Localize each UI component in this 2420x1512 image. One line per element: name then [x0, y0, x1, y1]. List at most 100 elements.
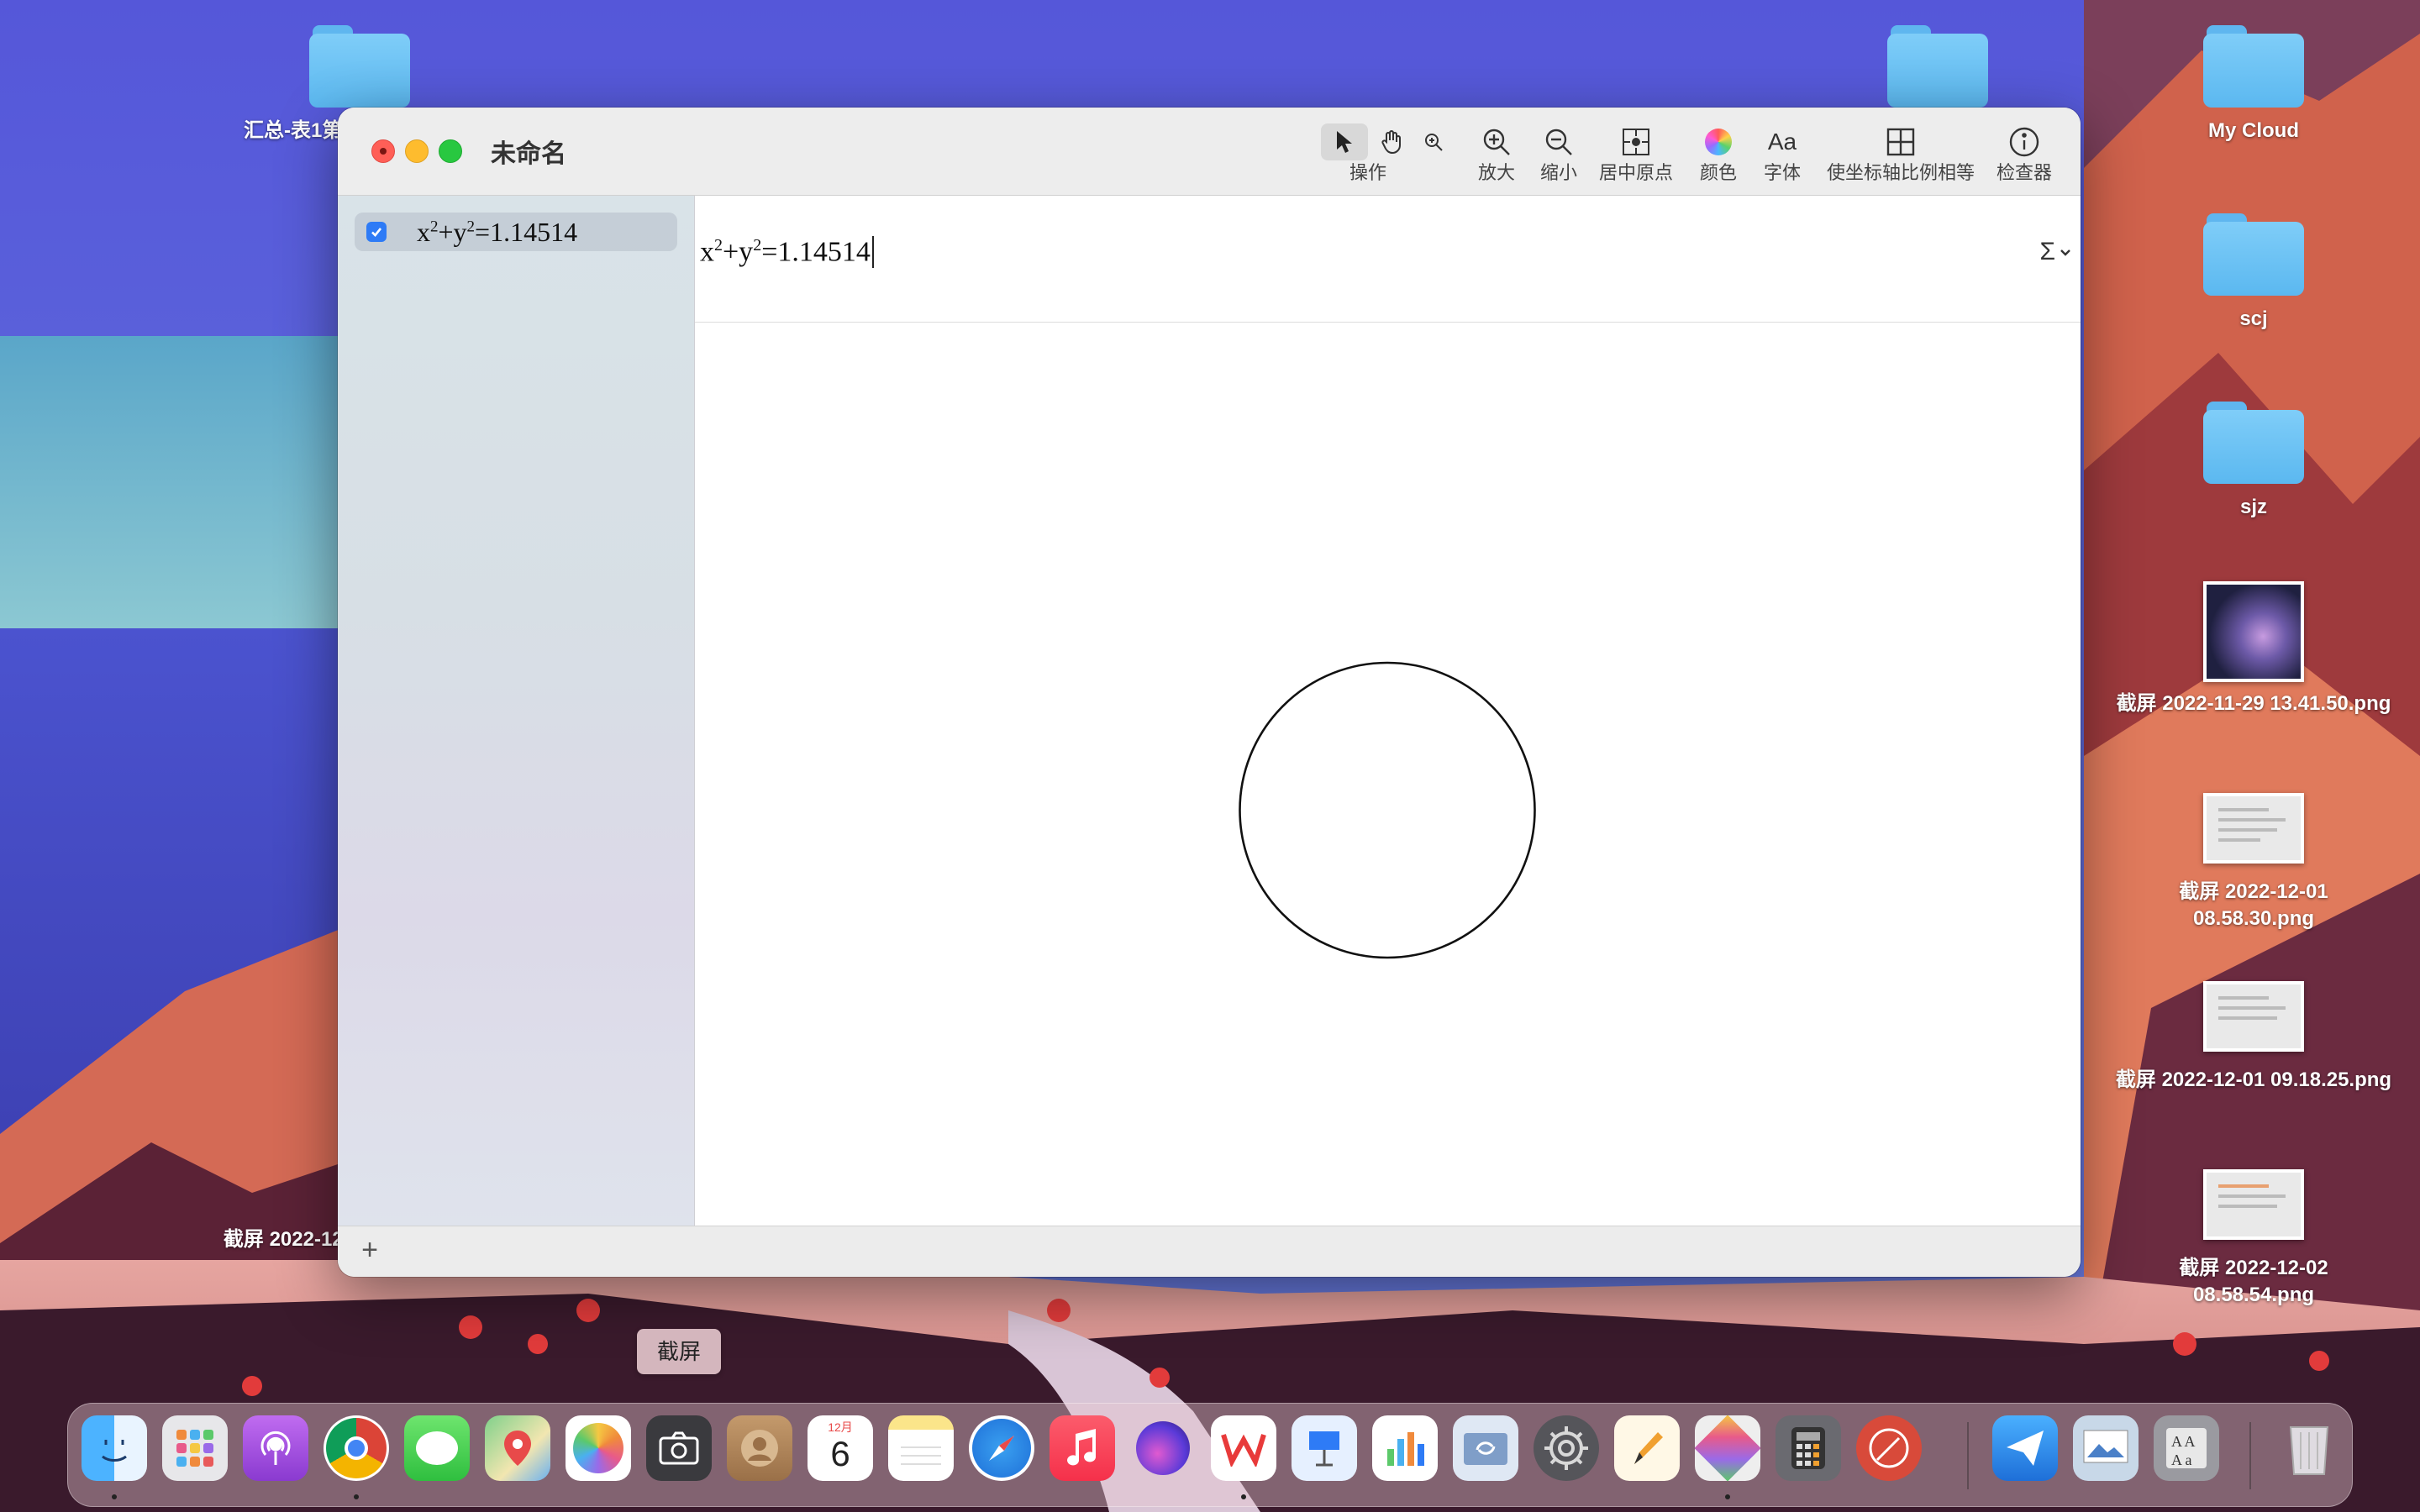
folder-icon [1887, 25, 1988, 109]
dock-app-screenshot[interactable] [646, 1415, 712, 1481]
sigma-icon: Σ [2039, 238, 2055, 265]
zoom-in-label: 放大 [1477, 162, 1515, 183]
calculator-icon [1791, 1427, 1825, 1469]
inspector-button[interactable]: 检查器 [1990, 123, 2059, 185]
desktop-folder-scj[interactable]: scj [2144, 213, 2363, 333]
dock-app-calculator[interactable] [1776, 1415, 1841, 1481]
desktop-folder[interactable] [1828, 25, 2047, 109]
zoom-in-button[interactable]: 放大 [1467, 123, 1526, 185]
minimize-button[interactable] [405, 139, 429, 163]
maximize-button[interactable] [439, 139, 462, 163]
dock-app-grapher[interactable] [1695, 1415, 1760, 1481]
dock-app-podcasts[interactable] [243, 1415, 308, 1481]
dock-app-contacts[interactable] [727, 1415, 792, 1481]
desktop-screenshot-file[interactable]: 截屏 2022-12-01 08.58.30.png [2144, 778, 2363, 932]
dock-app-digital-color-meter[interactable] [1856, 1415, 1922, 1481]
toolbar-operate-group: 操作 [1311, 123, 1425, 185]
equal-axes-label: 使坐标轴比例相等 [1826, 162, 1975, 183]
pointer-tool-button[interactable] [1321, 123, 1368, 160]
dock-app-preview[interactable] [2073, 1415, 2139, 1481]
font-icon: Aa [1767, 129, 1797, 155]
dock-app-generic[interactable] [1130, 1415, 1196, 1481]
running-indicator [112, 1494, 117, 1499]
font-book-icon: A A A a [2166, 1428, 2207, 1468]
center-origin-label: 居中原点 [1598, 162, 1673, 183]
font-label: 字体 [1763, 162, 1801, 183]
dock-app-wps[interactable] [1211, 1415, 1276, 1481]
equation-visible-checkbox[interactable] [366, 222, 387, 242]
pen-nib-icon [1869, 1428, 1909, 1468]
hand-tool-button[interactable] [1368, 123, 1415, 160]
zoom-out-label: 缩小 [1539, 162, 1577, 183]
dock-app-migration[interactable] [1453, 1415, 1518, 1481]
dock-app-calendar[interactable]: 12月 6 [808, 1415, 873, 1481]
folder-icon [2203, 213, 2304, 297]
window-title: 未命名 [491, 140, 566, 168]
dock-app-safari[interactable] [969, 1415, 1034, 1481]
dock-separator [2249, 1422, 2251, 1489]
dock-app-keynote[interactable] [1292, 1415, 1357, 1481]
image-thumbnail [2203, 793, 2304, 864]
camera-icon [659, 1431, 699, 1465]
info-icon [2009, 127, 2039, 157]
toolbar-operate-label: 操作 [1349, 162, 1386, 183]
desktop-screenshot-file[interactable]: 截屏 2022-11-29 13.41.50.png [2094, 581, 2413, 717]
desktop-item-label: 截屏 2022-12-02 08.58.54.png [2179, 1257, 2328, 1306]
calendar-month: 12月 [828, 1420, 853, 1434]
zoom-out-button[interactable]: 缩小 [1529, 123, 1588, 185]
dock-app-system-preferences[interactable] [1534, 1415, 1599, 1481]
desktop-item-label: 截屏 2022-12-01 08.58.30.png [2179, 880, 2328, 930]
arrow-pointer-icon [1337, 131, 1352, 153]
color-wheel-icon [1705, 129, 1732, 155]
bar-chart-icon [1387, 1432, 1424, 1466]
grapher-prism-icon [1695, 1415, 1760, 1481]
dock-app-feishu[interactable] [1992, 1415, 2058, 1481]
equal-axes-button[interactable]: 使坐标轴比例相等 [1822, 123, 1980, 185]
center-origin-icon [1623, 129, 1649, 155]
dock-app-finder[interactable] [82, 1415, 147, 1481]
zoom-tool-button[interactable] [1412, 123, 1455, 161]
center-origin-button[interactable]: 居中原点 [1593, 123, 1679, 185]
dock-app-maps[interactable] [485, 1415, 550, 1481]
dock-app-numbers[interactable] [1372, 1415, 1438, 1481]
dock-app-music[interactable] [1050, 1415, 1115, 1481]
desktop-screenshot-file[interactable]: 截屏 2022-12-01 09.18.25.png [2094, 966, 2413, 1094]
magnifier-small-icon [1425, 134, 1443, 151]
color-button[interactable]: 颜色 [1689, 123, 1748, 185]
dock-app-photos[interactable] [566, 1415, 631, 1481]
dock-app-launchpad[interactable] [162, 1415, 228, 1481]
dock-trash[interactable] [2276, 1415, 2342, 1481]
calendar-day: 6 [830, 1434, 850, 1473]
dock-app-pages[interactable] [1614, 1415, 1680, 1481]
folder-icon [2203, 402, 2304, 486]
equation-palette-button[interactable]: Σ [2039, 238, 2072, 266]
image-thumbnail [2203, 1169, 2304, 1240]
desktop-item-label: sjz [2239, 496, 2267, 518]
desktop-folder-sjz[interactable]: sjz [2144, 402, 2363, 521]
dock-app-font-book[interactable]: A A A a [2154, 1415, 2219, 1481]
contact-person-icon [741, 1430, 778, 1467]
add-equation-button[interactable]: + [353, 1233, 387, 1267]
running-indicator [354, 1494, 359, 1499]
podcast-icon [260, 1431, 291, 1465]
font-button[interactable]: Aa 字体 [1753, 123, 1812, 185]
dock-app-messages[interactable] [404, 1415, 470, 1481]
equation-input[interactable]: x2+y2=1.14514 [700, 236, 874, 269]
bottom-bar: + [338, 1226, 2081, 1277]
equation-list-sidebar: x2+y2=1.14514 [338, 196, 695, 1226]
chevron-down-icon [2060, 249, 2070, 256]
dock-app-chrome[interactable] [324, 1415, 389, 1481]
grapher-window: 未命名 操作 放大 缩小 居中原点 颜色 Aa 字体 使坐标轴比例相等 检查器 … [338, 108, 2081, 1277]
equation-list-item[interactable]: x2+y2=1.14514 [355, 213, 677, 251]
graph-canvas[interactable] [695, 323, 2081, 1226]
desktop-folder-my-cloud[interactable]: My Cloud [2144, 25, 2363, 144]
chat-bubble-icon [416, 1431, 458, 1465]
dock-app-notes[interactable] [888, 1415, 954, 1481]
chrome-icon [326, 1418, 387, 1478]
desktop-screenshot-file[interactable]: 截屏 2022-12-02 08.58.54.png [2144, 1154, 2363, 1309]
desktop-item-label: scj [2239, 307, 2268, 330]
equation-list-item-text: x2+y2=1.14514 [417, 217, 578, 247]
map-pin-icon [504, 1431, 531, 1466]
running-indicator [1725, 1494, 1730, 1499]
close-button[interactable] [371, 139, 395, 163]
